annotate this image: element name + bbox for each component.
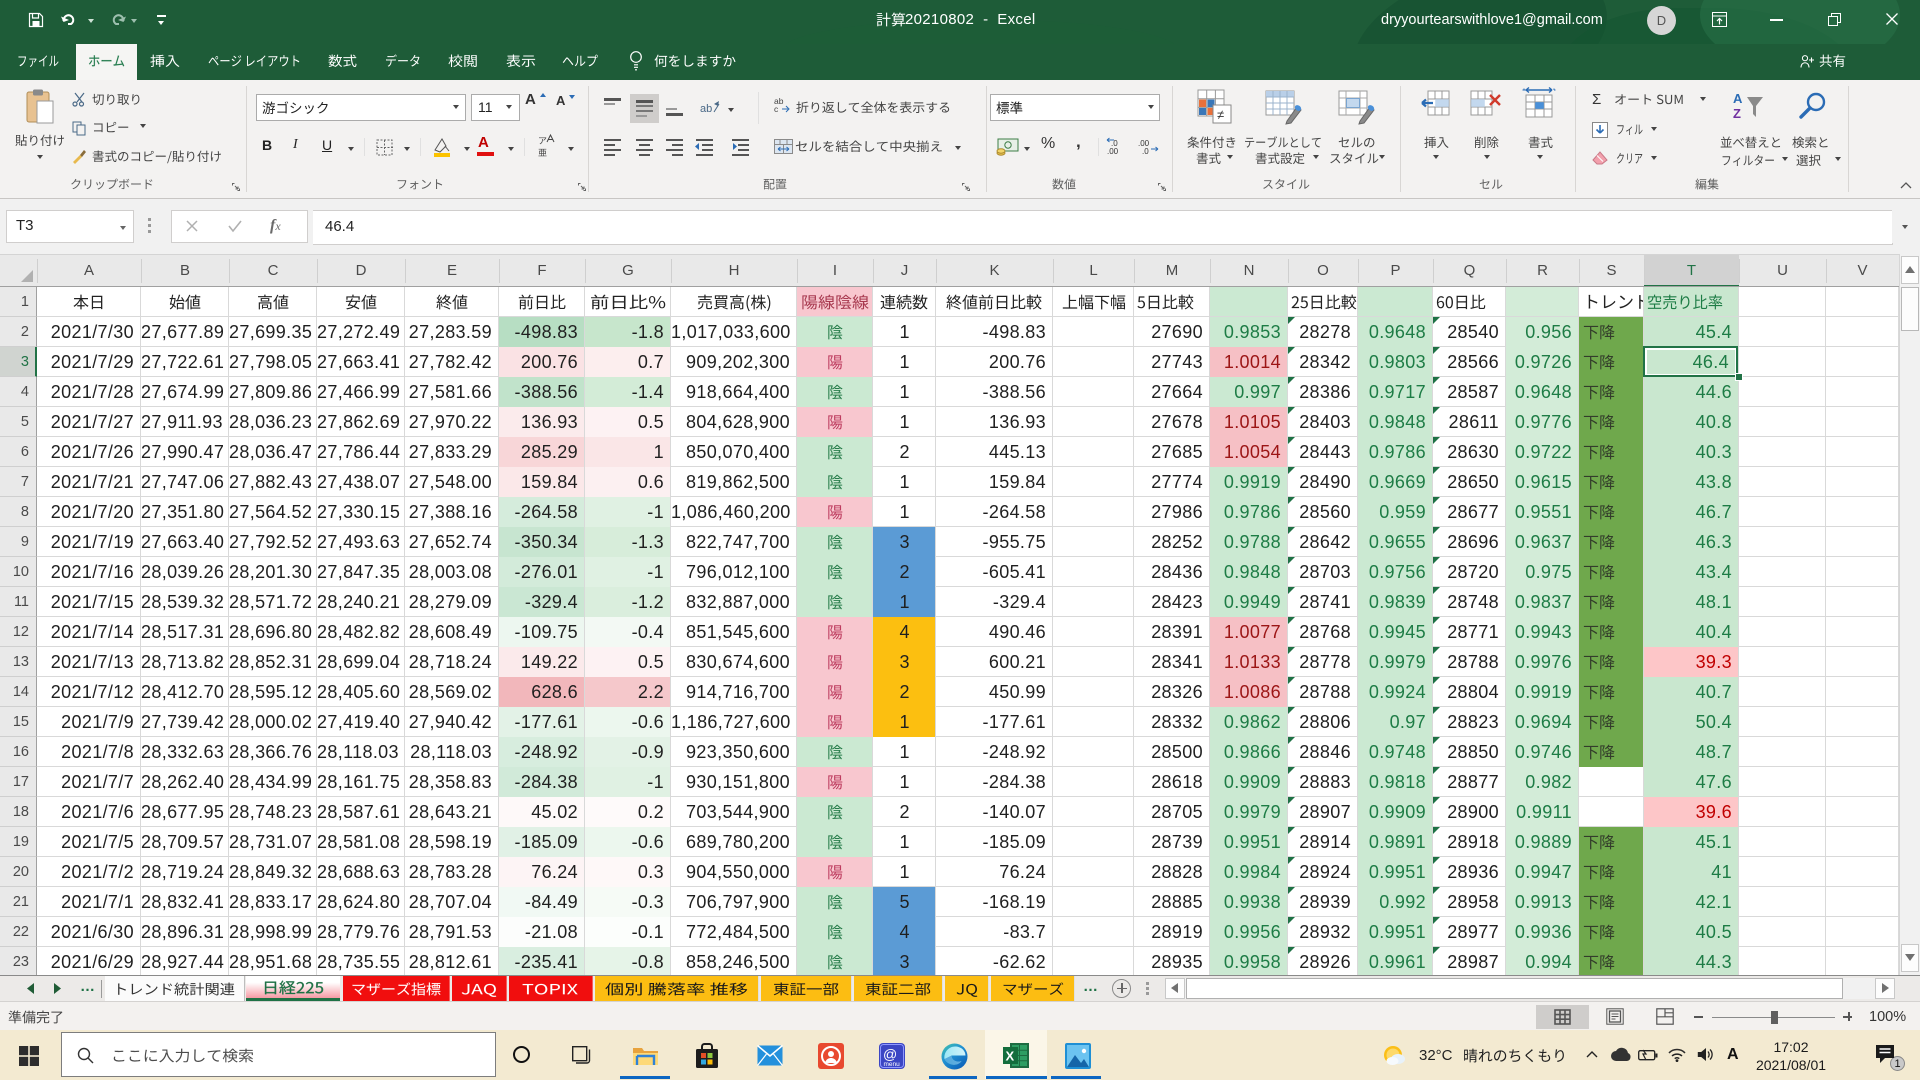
svg-text:menu: menu (884, 1061, 901, 1068)
svg-text:@: @ (883, 1046, 897, 1062)
svg-text:Z: Z (1733, 106, 1741, 121)
svg-text:A: A (1733, 91, 1743, 106)
svg-text:≠: ≠ (1217, 107, 1224, 122)
svg-text:ab: ab (700, 103, 712, 115)
svg-text:.0: .0 (1142, 147, 1149, 156)
svg-text:.00: .00 (1107, 147, 1119, 156)
svg-text:X: X (1006, 1049, 1015, 1064)
